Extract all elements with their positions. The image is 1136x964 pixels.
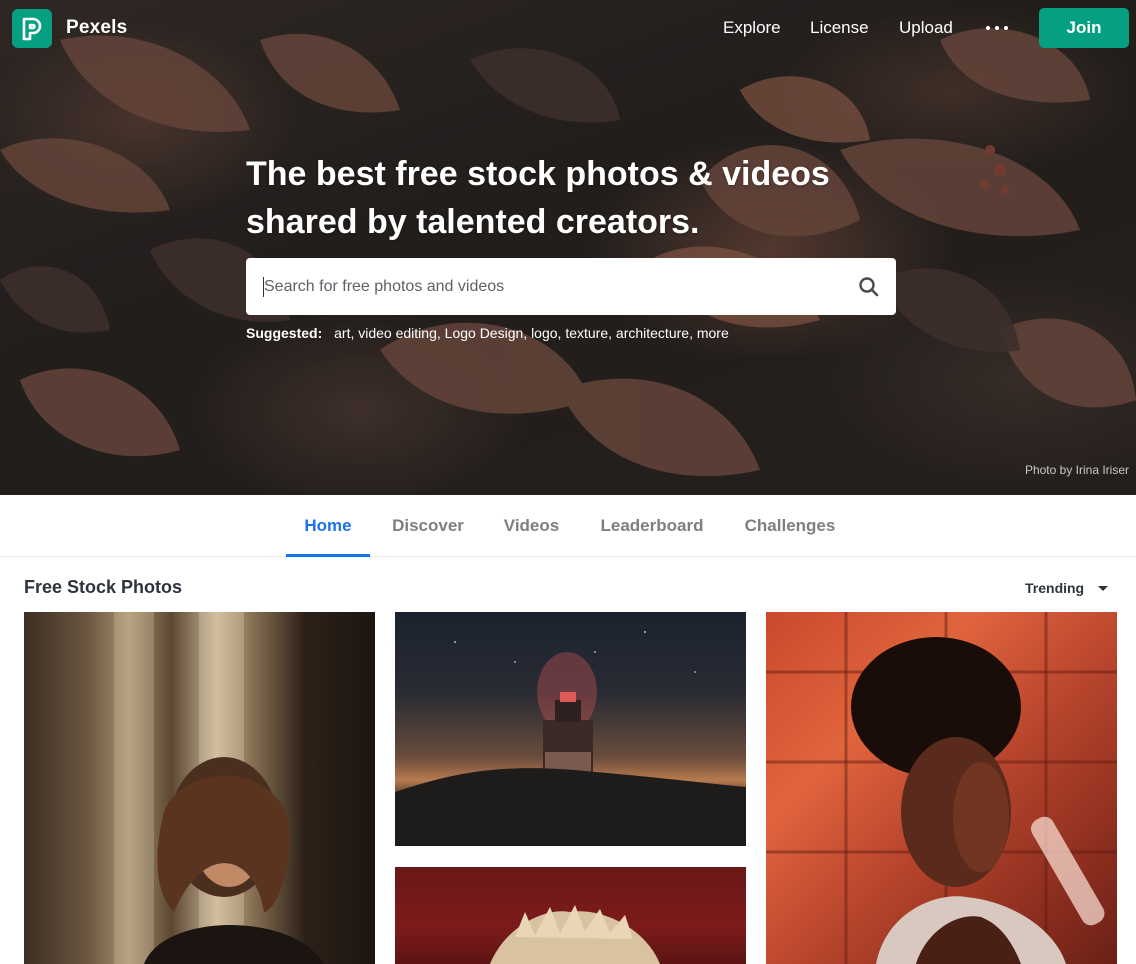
photo-tile-lighthouse[interactable]: [395, 612, 746, 846]
tab-discover[interactable]: Discover: [381, 495, 475, 557]
logo-glyph: [22, 17, 42, 40]
nav-license[interactable]: License: [810, 18, 869, 38]
suggested-label: Suggested:: [246, 325, 323, 341]
brand-name[interactable]: Pexels: [66, 17, 127, 39]
text-cursor: [263, 277, 264, 297]
tab-label: Videos: [503, 516, 560, 535]
search-icon-glyph: [859, 277, 879, 297]
main-tabs: Home Discover Videos Leaderboard Challen…: [0, 495, 1136, 557]
suggested-searches: Suggested: art, video editing, Logo Desi…: [246, 325, 729, 341]
tab-label: Discover: [392, 516, 464, 535]
pexels-logo-icon[interactable]: [12, 9, 52, 48]
suggested-tag[interactable]: art: [334, 325, 350, 341]
search-input[interactable]: [262, 258, 832, 315]
hero-banner: [0, 0, 1136, 495]
sort-label: Trending: [1025, 580, 1085, 596]
photo-tile-blond-hair[interactable]: [395, 867, 746, 964]
suggested-tags: art, video editing, Logo Design, logo, t…: [334, 325, 729, 341]
sort-dropdown[interactable]: Trending: [1025, 580, 1109, 596]
suggested-tag[interactable]: Logo Design: [445, 325, 524, 341]
dot: [995, 26, 999, 30]
tab-label: Leaderboard: [600, 516, 704, 535]
hero-title-line-2: shared by talented creators.: [246, 203, 700, 241]
caret-down-icon: [1098, 585, 1109, 591]
nav-explore[interactable]: Explore: [723, 18, 781, 38]
photo-tile-woman-light[interactable]: [24, 612, 375, 964]
tab-videos[interactable]: Videos: [494, 495, 569, 557]
top-navigation: Pexels Explore License Upload Join: [0, 0, 1136, 56]
tab-home[interactable]: Home: [286, 495, 370, 557]
section-title: Free Stock Photos: [24, 577, 183, 597]
photo-image: [395, 631, 746, 846]
photo-credit[interactable]: Photo by Irina Iriser: [1025, 463, 1129, 477]
photo-image: [114, 612, 324, 964]
search-icon[interactable]: [856, 274, 882, 300]
more-dots-icon[interactable]: [986, 18, 1008, 38]
suggested-tag[interactable]: texture: [565, 325, 608, 341]
tab-leaderboard[interactable]: Leaderboard: [588, 495, 716, 557]
photo-image: [766, 612, 1117, 964]
suggested-tag[interactable]: logo: [531, 325, 557, 341]
dot: [986, 26, 990, 30]
hero-overlay: [0, 0, 1136, 495]
join-button[interactable]: Join: [1039, 8, 1129, 48]
tab-label: Home: [304, 516, 352, 535]
search-bar: [246, 258, 896, 315]
suggested-more[interactable]: more: [697, 325, 729, 341]
photo-image: [490, 905, 660, 964]
tab-challenges[interactable]: Challenges: [734, 495, 846, 557]
hero-title-line-1: The best free stock photos & videos: [246, 155, 830, 193]
hero-title: The best free stock photos & videos shar…: [246, 150, 906, 246]
active-tab-indicator: [286, 554, 370, 557]
tab-label: Challenges: [744, 516, 836, 535]
photo-tile-woman-red[interactable]: [766, 612, 1117, 964]
suggested-tag[interactable]: architecture: [616, 325, 689, 341]
dot: [1004, 26, 1008, 30]
suggested-tag[interactable]: video editing: [358, 325, 437, 341]
nav-upload[interactable]: Upload: [899, 18, 953, 38]
